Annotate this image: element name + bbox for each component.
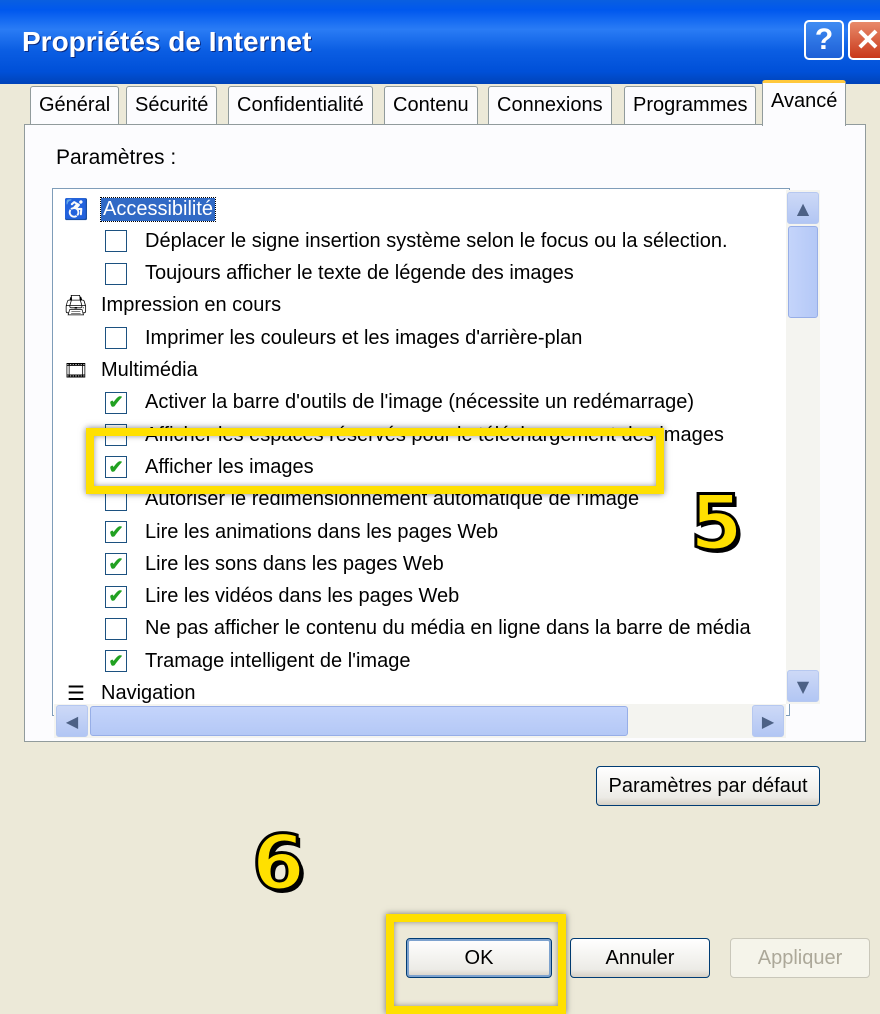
vertical-scrollbar[interactable]: ▲ ▼ xyxy=(786,190,820,704)
multimedia-icon: 🎞 xyxy=(63,360,89,382)
checkbox-checked[interactable]: ✔ xyxy=(105,521,127,543)
tree-option[interactable]: Toujours afficher le texte de légende de… xyxy=(105,258,574,290)
tree-option-label: Lire les sons dans les pages Web xyxy=(145,552,444,575)
tree-option-label: Imprimer les couleurs et les images d'ar… xyxy=(145,326,583,349)
tree-option[interactable]: ✔ Lire les vidéos dans les pages Web xyxy=(105,581,459,613)
window-title: Propriétés de Internet xyxy=(22,26,312,57)
step-number-6: 6 xyxy=(251,817,307,909)
horizontal-scrollbar[interactable]: ◀ ▶ xyxy=(54,704,786,738)
settings-label: Paramètres : xyxy=(56,146,177,169)
checkbox-unchecked[interactable] xyxy=(105,617,127,640)
tree-category-label: Accessibilité xyxy=(99,196,217,222)
tab-advanced[interactable]: Avancé xyxy=(762,80,847,126)
horizontal-scroll-thumb[interactable] xyxy=(90,706,628,736)
tab-privacy[interactable]: Confidentialité xyxy=(228,86,373,124)
accessibility-icon: ♿ xyxy=(63,198,89,221)
tab-content[interactable]: Contenu xyxy=(384,86,478,124)
scroll-right-icon[interactable]: ▶ xyxy=(752,705,784,737)
tree-option[interactable]: Ne pas afficher le contenu du média en l… xyxy=(105,613,751,645)
tab-security[interactable]: Sécurité xyxy=(126,86,218,124)
cancel-button[interactable]: Annuler xyxy=(570,938,710,978)
tree-category-label: Navigation xyxy=(101,682,196,704)
tree-category[interactable]: ♿ Accessibilité xyxy=(61,193,217,225)
tree-option-label: Tramage intelligent de l'image xyxy=(145,649,411,672)
apply-button: Appliquer xyxy=(730,938,870,978)
tree-category[interactable]: 🎞 Multimédia xyxy=(61,355,198,387)
close-button[interactable]: ✕ xyxy=(848,20,880,60)
checkbox-checked[interactable]: ✔ xyxy=(105,391,127,414)
highlight-box-step5 xyxy=(86,428,664,494)
tree-option[interactable]: ✔ Tramage intelligent de l'image xyxy=(105,645,410,677)
tree-option-label: Activer la barre d'outils de l'image (né… xyxy=(145,391,695,414)
tree-option-label: Lire les animations dans les pages Web xyxy=(145,520,499,543)
tab-programs[interactable]: Programmes xyxy=(624,86,757,124)
tree-option-label: Lire les vidéos dans les pages Web xyxy=(145,585,460,608)
tab-general[interactable]: Général xyxy=(30,86,120,124)
tree-option-label: Toujours afficher le texte de légende de… xyxy=(145,262,574,285)
tree-option[interactable]: Déplacer le signe insertion système selo… xyxy=(105,225,728,257)
restore-defaults-button[interactable]: Paramètres par défaut xyxy=(596,766,820,806)
scroll-down-icon[interactable]: ▼ xyxy=(787,670,819,702)
scroll-left-icon[interactable]: ◀ xyxy=(56,705,88,737)
tab-connections[interactable]: Connexions xyxy=(488,86,612,124)
tree-option[interactable]: ✔ Lire les sons dans les pages Web xyxy=(105,548,444,580)
tree-option[interactable]: ✔ Lire les animations dans les pages Web xyxy=(105,516,498,548)
checkbox-checked[interactable]: ✔ xyxy=(105,553,127,576)
tree-option-label: Déplacer le signe insertion système selo… xyxy=(145,229,728,252)
printer-icon: 🖨 xyxy=(63,295,89,318)
title-bar[interactable]: Propriétés de Internet ? ✕ xyxy=(0,0,880,84)
checkbox-unchecked[interactable] xyxy=(105,327,127,350)
checkbox-checked[interactable]: ✔ xyxy=(105,650,127,673)
checkbox-unchecked[interactable] xyxy=(105,262,127,285)
tree-category[interactable]: 🖨 Impression en cours xyxy=(61,290,281,322)
tree-option[interactable]: ✔ Activer la barre d'outils de l'image (n… xyxy=(105,387,694,419)
highlight-box-step6 xyxy=(386,914,566,1014)
checkbox-checked[interactable]: ✔ xyxy=(105,585,127,608)
tree-option[interactable]: Imprimer les couleurs et les images d'ar… xyxy=(105,322,582,354)
tree-option-label: Ne pas afficher le contenu du média en l… xyxy=(145,617,751,640)
step-number-5: 5 xyxy=(689,477,745,569)
checkbox-unchecked[interactable] xyxy=(105,230,127,253)
scroll-up-icon[interactable]: ▲ xyxy=(787,192,819,224)
vertical-scroll-thumb[interactable] xyxy=(788,226,818,318)
tree-category-label: Multimédia xyxy=(101,359,198,381)
help-button[interactable]: ? xyxy=(804,20,844,60)
tree-category-label: Impression en cours xyxy=(101,294,282,317)
